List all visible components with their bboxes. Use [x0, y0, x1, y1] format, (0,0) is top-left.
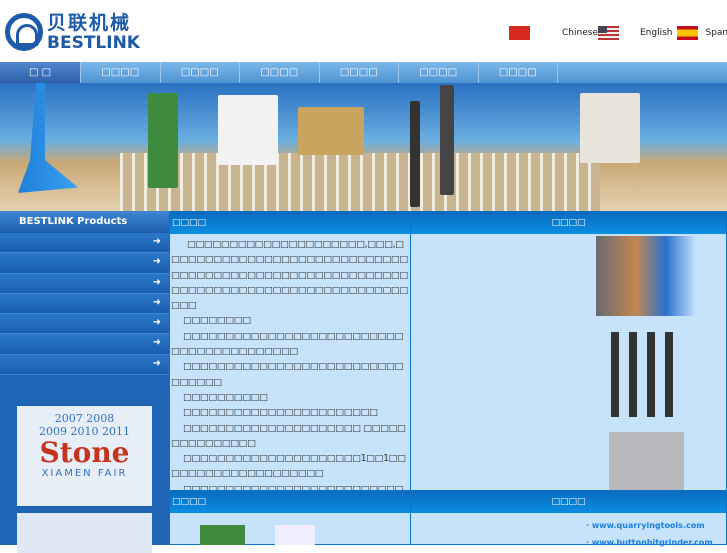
lang-english[interactable]: English — [640, 28, 673, 38]
sidebar: BESTLINK Products ➜ ➜ ➜ ➜ ➜ ➜ ➜ 2007 200… — [0, 211, 169, 553]
intro-title: □□□□ — [170, 212, 410, 234]
nav-item[interactable]: □□□□ — [479, 62, 558, 83]
link-buttonbitgrinder[interactable]: · www.buttonbitgrinder.com — [586, 534, 726, 551]
arrow-icon: ➜ — [152, 256, 161, 268]
arrow-icon: ➜ — [152, 317, 161, 329]
nav-item[interactable]: □□□□ — [81, 62, 161, 83]
arrow-icon: ➜ — [152, 357, 161, 369]
header: 贝联机械 BESTLINK Chinese English Spanish — [0, 0, 727, 62]
arrow-icon: ➜ — [152, 276, 161, 288]
products-title: □□□□ — [411, 212, 726, 234]
language-switcher: Chinese English Spanish — [509, 26, 727, 40]
fair-name: Stone — [39, 436, 130, 469]
product-thumbnail[interactable] — [275, 525, 315, 545]
nav-item[interactable]: □□□□ — [320, 62, 399, 83]
intro-paragraph: □□□□□□□□□□□□□□□□□□□□□,□□□,□□□□□□□□□□□□□□… — [171, 239, 408, 312]
lang-spanish[interactable]: Spanish — [705, 28, 727, 38]
china-flag-icon[interactable] — [509, 26, 530, 40]
product-thumbnail[interactable] — [200, 525, 245, 545]
arrow-icon: ➜ — [152, 337, 161, 349]
product-image[interactable] — [611, 332, 681, 417]
sidebar-item[interactable]: ➜ — [0, 273, 169, 294]
sidebar-item[interactable]: ➜ — [0, 314, 169, 335]
lang-chinese[interactable]: Chinese — [562, 28, 598, 38]
nav-item[interactable]: □□□□ — [240, 62, 320, 83]
wedge-image — [440, 85, 454, 195]
wedge-image — [410, 101, 420, 207]
products-panel: □□□□ — [410, 211, 727, 493]
logo-en: BESTLINK — [47, 33, 140, 53]
us-flag-icon[interactable] — [597, 26, 619, 40]
sidebar-item[interactable]: ➜ — [0, 354, 169, 376]
link-quarryingtools[interactable]: · www.quarryingtools.com — [586, 517, 726, 534]
links-panel: □□□□ · www.quarryingtools.com · www.butt… — [410, 490, 727, 547]
fair-city: XIAMEN FAIR — [41, 468, 128, 479]
split-agent-bag-image — [218, 95, 278, 165]
intro-paragraph: □□□□□□□□□□□□□□□□□□□□□□□□□□□□□□□□□□□□□□□□… — [171, 330, 403, 358]
banner-image — [0, 83, 727, 211]
nav-item[interactable]: □□□□ — [161, 62, 240, 83]
logo-cn: 贝联机械 — [47, 12, 132, 34]
product-image[interactable] — [609, 432, 684, 492]
sidebar-item[interactable]: ➜ — [0, 334, 169, 355]
sidebar-title: BESTLINK Products — [0, 211, 169, 233]
fair-years: 2007 2008 — [54, 412, 115, 425]
intro-paragraph: □□□□□□□□□□□□□□□□□□□□□□□□□□□□□□□□ — [171, 361, 403, 388]
intro-paragraph: □□□□□□□□□□ — [183, 391, 268, 403]
sidebar-item[interactable]: ➜ — [0, 293, 169, 315]
links-title: □□□□ — [411, 491, 726, 513]
spain-flag-icon[interactable] — [677, 26, 699, 40]
arrow-icon: ➜ — [152, 236, 161, 247]
contact-banner[interactable] — [17, 513, 152, 553]
workers-image — [580, 93, 640, 163]
intro-paragraph: □□□□□□□□□□□□□□□□□□□□□ □□□□□□□□□□□□□□□ — [171, 422, 406, 449]
sidebar-item[interactable]: ➜ — [0, 233, 169, 254]
nav-item[interactable]: □□□□ — [399, 62, 479, 83]
nav-home[interactable]: □ □ — [0, 62, 81, 83]
product-image[interactable] — [596, 236, 696, 316]
drill-bits-image — [18, 83, 78, 193]
intro-paragraph: □□□□□□□□□□□□□□□□□□□□□□□ — [183, 407, 378, 419]
company-intro-panel: □□□□ □□□□□□□□□□□□□□□□□□□□□,□□□,□□□□□□□□□… — [169, 211, 411, 510]
intro-paragraph: □□□□□□□□ — [183, 315, 251, 327]
logo[interactable]: 贝联机械 BESTLINK — [5, 12, 140, 52]
arrow-icon: ➜ — [152, 296, 161, 308]
intro-paragraph: □□□□□□□□□□□□□□□□□□□□□1□□1□□□□□□□□□□□□□□□… — [171, 453, 406, 480]
main-nav: □ □ □□□□ □□□□ □□□□ □□□□ □□□□ □□□□ — [0, 62, 727, 83]
new-products-panel: □□□□ — [169, 490, 411, 545]
logo-icon — [5, 13, 43, 51]
split-agent-box-image — [298, 107, 364, 155]
stone-fair-banner[interactable]: 2007 2008 2009 2010 2011 Stone XIAMEN FA… — [17, 406, 152, 506]
sidebar-item[interactable]: ➜ — [0, 253, 169, 274]
rock-drill-image — [148, 93, 178, 188]
new-products-title: □□□□ — [170, 491, 410, 513]
